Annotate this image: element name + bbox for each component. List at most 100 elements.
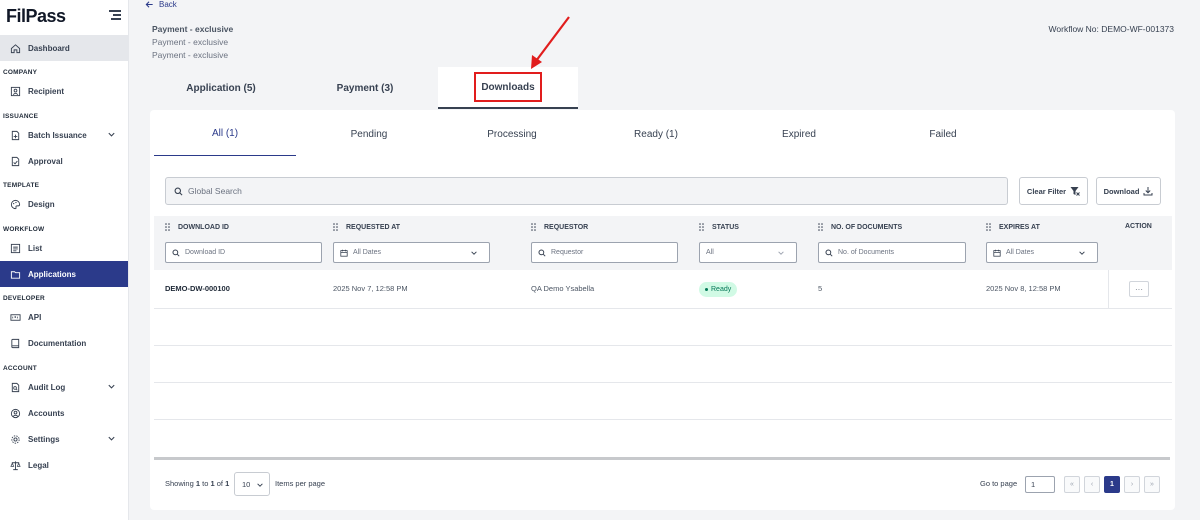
column-label: ACTION bbox=[1125, 223, 1152, 230]
tab-payment[interactable]: Payment (3) bbox=[294, 67, 436, 109]
section-label-company: COMPANY bbox=[3, 69, 38, 76]
last-page-button[interactable]: » bbox=[1144, 476, 1160, 493]
prev-page-button[interactable]: ‹ bbox=[1084, 476, 1100, 493]
subtab-pending[interactable]: Pending bbox=[298, 112, 440, 156]
cell-download-id: DEMO-DW-000100 bbox=[165, 284, 230, 293]
sidebar-item-legal[interactable]: Legal bbox=[0, 452, 128, 478]
drag-handle-icon[interactable] bbox=[333, 223, 338, 231]
drag-handle-icon[interactable] bbox=[165, 223, 170, 231]
filter-value: All Dates bbox=[353, 249, 382, 256]
home-icon bbox=[10, 43, 21, 54]
book-icon bbox=[10, 338, 21, 349]
sidebar-item-dashboard[interactable]: Dashboard bbox=[0, 35, 128, 61]
clear-filter-label: Clear Filter bbox=[1026, 186, 1067, 196]
filter-requested-at-select[interactable]: All Dates bbox=[333, 242, 490, 263]
go-to-page-label: Go to page bbox=[980, 479, 1018, 488]
column-label: EXPIRES AT bbox=[999, 223, 1040, 231]
sidebar-item-label: Audit Log bbox=[28, 382, 66, 392]
row-divider bbox=[154, 382, 1172, 383]
sidebar-item-approval[interactable]: Approval bbox=[0, 148, 128, 174]
document-search-icon bbox=[10, 382, 21, 393]
subtab-expired[interactable]: Expired bbox=[728, 112, 870, 156]
sidebar-item-documentation[interactable]: Documentation bbox=[0, 330, 128, 356]
cell-expires-at: 2025 Nov 8, 12:58 PM bbox=[986, 284, 1061, 293]
gear-icon bbox=[10, 434, 21, 445]
back-link[interactable]: Back bbox=[145, 0, 177, 9]
chevron-down-icon bbox=[108, 132, 115, 137]
sidebar-item-list[interactable]: List bbox=[0, 235, 128, 261]
column-header-requested-at[interactable]: REQUESTED AT bbox=[333, 223, 400, 231]
calendar-icon bbox=[993, 249, 1001, 257]
row-divider bbox=[154, 345, 1172, 346]
global-search-input[interactable]: Global Search bbox=[165, 177, 1008, 205]
subtab-processing[interactable]: Processing bbox=[441, 112, 583, 156]
drag-handle-icon[interactable] bbox=[531, 223, 536, 231]
sidebar: FilPass Dashboard COMPANY Recipient ISSU… bbox=[0, 0, 129, 520]
go-to-page-input[interactable]: 1 bbox=[1025, 476, 1055, 493]
sidebar-item-label: API bbox=[28, 312, 42, 322]
sidebar-item-label: Applications bbox=[28, 269, 77, 279]
tab-application[interactable]: Application (5) bbox=[150, 67, 292, 109]
column-header-download-id[interactable]: DOWNLOAD ID bbox=[165, 223, 229, 231]
sidebar-item-audit-log[interactable]: Audit Log bbox=[0, 374, 128, 400]
drag-handle-icon[interactable] bbox=[699, 223, 704, 231]
range-end: 1 bbox=[210, 479, 215, 488]
download-label: Download bbox=[1103, 186, 1140, 196]
annotation-arrow-icon bbox=[531, 16, 570, 69]
column-header-expires-at[interactable]: EXPIRES AT bbox=[986, 223, 1040, 231]
sidebar-item-accounts[interactable]: Accounts bbox=[0, 400, 128, 426]
search-icon bbox=[172, 248, 180, 257]
sidebar-item-label: Accounts bbox=[28, 408, 65, 418]
sidebar-item-recipient[interactable]: Recipient bbox=[0, 78, 128, 104]
column-label: REQUESTED AT bbox=[346, 223, 401, 231]
sidebar-item-applications[interactable]: Applications bbox=[0, 261, 128, 287]
menu-toggle-icon[interactable] bbox=[109, 10, 121, 20]
sidebar-item-label: List bbox=[28, 243, 43, 253]
filter-status-select[interactable]: All bbox=[699, 242, 797, 263]
sidebar-item-label: Recipient bbox=[28, 86, 65, 96]
horizontal-scrollbar[interactable] bbox=[154, 457, 1170, 460]
document-plus-icon bbox=[10, 130, 21, 141]
column-label: REQUESTOR bbox=[544, 223, 589, 231]
chevron-down-icon bbox=[1079, 251, 1085, 255]
app-logo[interactable]: FilPass bbox=[6, 6, 66, 27]
page-subtitle: Payment - exclusive bbox=[152, 37, 229, 47]
cell-requested-at: 2025 Nov 7, 12:58 PM bbox=[333, 284, 408, 293]
subtab-all[interactable]: All (1) bbox=[154, 112, 296, 156]
column-header-status[interactable]: STATUS bbox=[699, 223, 739, 231]
filter-no-of-documents-input[interactable]: No. of Documents bbox=[818, 242, 966, 263]
palette-icon bbox=[10, 199, 21, 210]
sidebar-item-api[interactable]: API bbox=[0, 304, 128, 330]
download-button[interactable]: Download bbox=[1096, 177, 1161, 205]
next-page-button[interactable]: › bbox=[1124, 476, 1140, 493]
filter-requestor-input[interactable]: Requestor bbox=[531, 242, 678, 263]
items-per-page-select[interactable]: 10 bbox=[234, 472, 270, 496]
showing-label: Showing bbox=[165, 479, 194, 488]
filter-value: All bbox=[706, 249, 714, 256]
subtab-ready[interactable]: Ready (1) bbox=[585, 112, 727, 156]
filter-expires-at-select[interactable]: All Dates bbox=[986, 242, 1098, 263]
sidebar-item-label: Settings bbox=[28, 434, 60, 444]
highlight-box bbox=[474, 72, 542, 102]
sidebar-item-label: Batch Issuance bbox=[28, 130, 87, 140]
sidebar-item-design[interactable]: Design bbox=[0, 191, 128, 217]
sidebar-item-label: Legal bbox=[28, 460, 49, 470]
subtab-failed[interactable]: Failed bbox=[872, 112, 1014, 156]
chevron-down-icon bbox=[108, 436, 115, 441]
section-label-account: ACCOUNT bbox=[3, 365, 37, 372]
clear-filter-button[interactable]: Clear Filter bbox=[1019, 177, 1088, 205]
total-count: 1 bbox=[225, 479, 230, 488]
page-button-current[interactable]: 1 bbox=[1104, 476, 1120, 493]
sidebar-item-settings[interactable]: Settings bbox=[0, 426, 128, 452]
cell-requestor: QA Demo Ysabella bbox=[531, 284, 595, 293]
column-header-requestor[interactable]: REQUESTOR bbox=[531, 223, 588, 231]
sidebar-item-batch-issuance[interactable]: Batch Issuance bbox=[0, 122, 128, 148]
first-page-button[interactable]: « bbox=[1064, 476, 1080, 493]
column-header-no-of-documents[interactable]: NO. OF DOCUMENTS bbox=[818, 223, 902, 231]
items-per-page-value: 10 bbox=[242, 479, 251, 489]
row-action-button[interactable]: ··· bbox=[1129, 281, 1149, 297]
api-icon bbox=[10, 312, 21, 323]
drag-handle-icon[interactable] bbox=[818, 223, 823, 231]
filter-download-id-input[interactable]: Download ID bbox=[165, 242, 322, 263]
drag-handle-icon[interactable] bbox=[986, 223, 991, 231]
